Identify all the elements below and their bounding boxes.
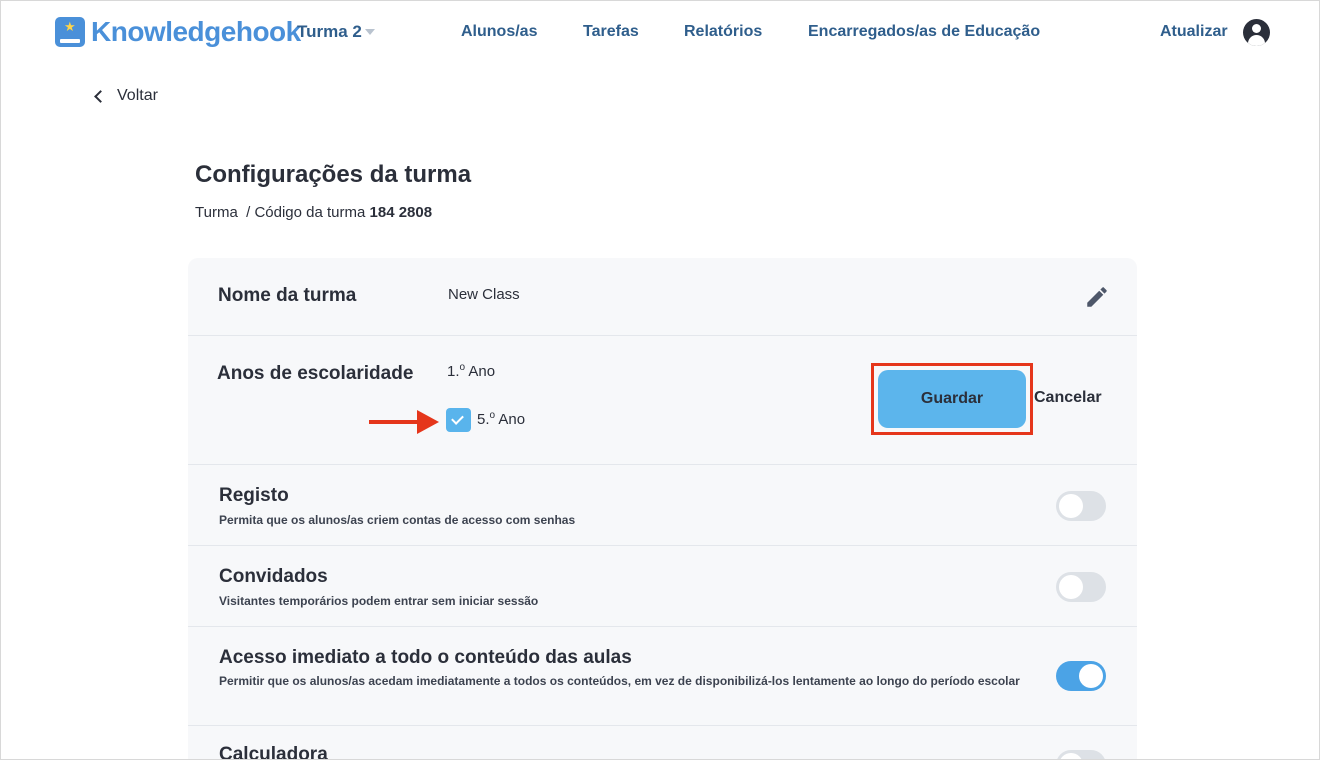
registration-label: Registo [219,485,289,506]
nav-students[interactable]: Alunos/as [461,23,537,41]
app-window: ★ Knowledgehook Turma 2 Alunos/as Tarefa… [0,0,1320,760]
guests-toggle[interactable] [1056,572,1106,602]
back-label: Voltar [117,87,158,104]
annotation-arrow-shaft [369,420,419,424]
grade-5-checkbox[interactable] [446,408,471,432]
guests-row: Convidados Visitantes temporários podem … [188,546,1137,627]
settings-card: Nome da turma New Class Anos de escolari… [188,258,1137,760]
grades-label: Anos de escolaridade [217,363,414,384]
grade-option-1-num: 1. [447,363,460,380]
page-title: Configurações da turma [195,161,472,188]
calculator-label: Calculadora [219,744,328,760]
user-avatar-icon[interactable] [1243,19,1270,46]
grade-option-1-rest: Ano [465,363,496,380]
brand-logo[interactable]: ★ Knowledgehook [55,16,301,48]
toggle-knob [1079,664,1103,688]
guests-description: Visitantes temporários podem entrar sem … [219,594,539,608]
registration-description: Permita que os alunos/as criem contas de… [219,513,576,527]
class-selector[interactable]: Turma 2 [297,22,375,42]
pencil-icon[interactable] [1084,284,1110,310]
immediate-access-description: Permitir que os alunos/as acedam imediat… [219,674,1020,688]
save-button[interactable]: Guardar [878,370,1026,428]
breadcrumb: Turma / Código da turma 184 2808 [195,204,432,221]
class-selector-label: Turma 2 [297,22,362,41]
guests-label: Convidados [219,566,328,587]
chevron-down-icon [364,29,375,35]
book-star-icon: ★ [55,17,85,47]
grade-option-1[interactable]: 1.o Ano [447,362,495,380]
refresh-link[interactable]: Atualizar [1160,23,1228,41]
breadcrumb-prefix: Turma / Código da turma [195,204,370,221]
registration-row: Registo Permita que os alunos/as criem c… [188,465,1137,546]
nav-guardians[interactable]: Encarregados/as de Educação [808,23,1040,41]
class-name-label: Nome da turma [218,285,357,306]
grade-option-5-rest: Ano [495,411,526,428]
grade-option-5[interactable]: 5.o Ano [477,410,525,428]
class-name-value: New Class [448,286,520,303]
toggle-knob [1059,753,1083,759]
cancel-button[interactable]: Cancelar [1034,389,1102,407]
toggle-knob [1059,494,1083,518]
grades-row: Anos de escolaridade 1.o Ano 5.o Ano Gua… [188,336,1137,465]
back-link[interactable]: Voltar [93,87,158,105]
annotation-arrow-icon [417,410,439,434]
class-code: 184 2808 [369,204,433,221]
nav-reports[interactable]: Relatórios [684,23,762,41]
checkmark-icon [451,412,464,425]
immediate-access-row: Acesso imediato a todo o conteúdo das au… [188,627,1137,726]
immediate-access-label: Acesso imediato a todo o conteúdo das au… [219,647,632,668]
toggle-knob [1059,575,1083,599]
brand-name: Knowledgehook [91,16,301,47]
nav-assignments[interactable]: Tarefas [583,23,639,41]
calculator-toggle[interactable] [1056,750,1106,759]
calculator-row: Calculadora [188,726,1137,760]
immediate-access-toggle[interactable] [1056,661,1106,691]
class-name-row: Nome da turma New Class [188,258,1137,336]
grade-option-5-num: 5. [477,411,490,428]
registration-toggle[interactable] [1056,491,1106,521]
chevron-left-icon [94,89,107,103]
